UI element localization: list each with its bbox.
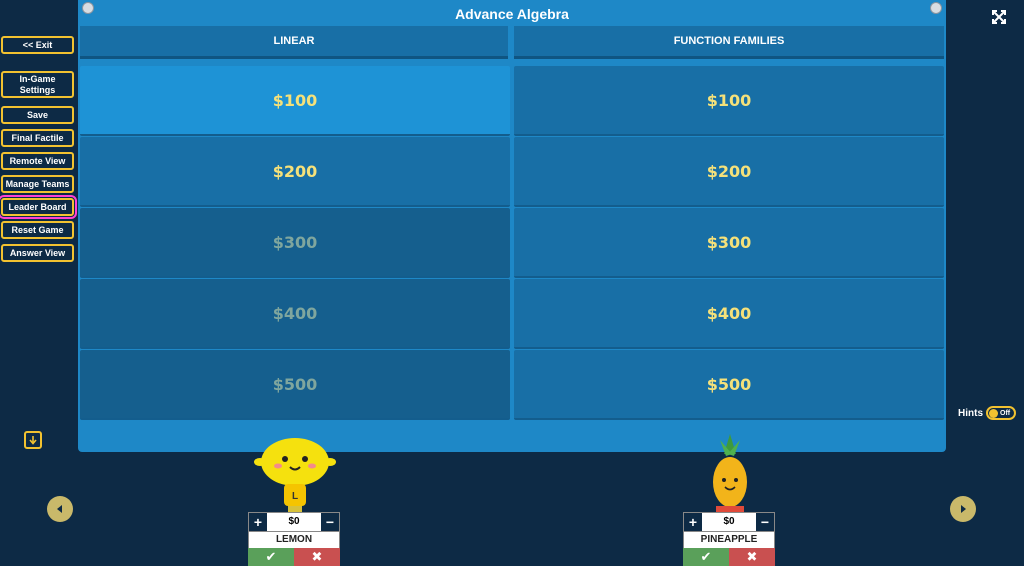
team-score: $0 [723, 516, 735, 527]
pineapple-avatar [713, 434, 747, 514]
exit-button[interactable]: << Exit [1, 36, 74, 54]
scroll-down-button[interactable] [24, 431, 42, 449]
add-points-button[interactable]: + [249, 513, 267, 531]
team-card-lemon: + $0 − LEMON ✔ ✖ [248, 512, 340, 566]
tile-functions-200[interactable]: $200 [514, 137, 944, 207]
judge-row: ✔ ✖ [683, 548, 775, 566]
team-score: $0 [288, 516, 300, 527]
tile-functions-400[interactable]: $400 [514, 279, 944, 349]
hints-toggle[interactable]: Off [986, 406, 1016, 420]
score-row: + $0 − [683, 512, 775, 532]
correct-button[interactable]: ✔ [683, 548, 729, 566]
arrow-down-icon [29, 436, 37, 445]
previous-button[interactable] [47, 496, 73, 522]
game-board: Advance Algebra LINEAR FUNCTION FAMILIES… [78, 0, 946, 452]
tile-linear-300[interactable]: $300 [80, 208, 510, 278]
incorrect-button[interactable]: ✖ [294, 548, 340, 566]
tile-functions-500[interactable]: $500 [514, 350, 944, 420]
answer-view-button[interactable]: Answer View [1, 244, 74, 262]
next-button[interactable] [950, 496, 976, 522]
correct-button[interactable]: ✔ [248, 548, 294, 566]
lemon-avatar: L [254, 438, 336, 513]
category-header-linear: LINEAR [80, 26, 508, 59]
lemon-badge-letter: L [292, 491, 298, 502]
judge-row: ✔ ✖ [248, 548, 340, 566]
fullscreen-icon[interactable] [992, 10, 1006, 24]
reset-game-button[interactable]: Reset Game [1, 221, 74, 239]
subtract-points-button[interactable]: − [756, 513, 774, 531]
hints-label: Hints [958, 407, 983, 419]
team-card-pineapple: + $0 − PINEAPPLE ✔ ✖ [683, 512, 775, 566]
subtract-points-button[interactable]: − [321, 513, 339, 531]
board-title: Advance Algebra [455, 6, 569, 22]
hints-state: Off [1000, 409, 1011, 417]
category-header-function-families: FUNCTION FAMILIES [514, 26, 944, 59]
chevron-left-icon [57, 505, 62, 513]
in-game-settings-button[interactable]: In-Game Settings [1, 71, 74, 98]
final-factile-button[interactable]: Final Factile [1, 129, 74, 147]
team-name: PINEAPPLE [683, 532, 775, 548]
toggle-knob [989, 408, 998, 418]
incorrect-button[interactable]: ✖ [729, 548, 775, 566]
hints-control: Hints Off [958, 406, 1016, 420]
save-button[interactable]: Save [1, 106, 74, 124]
chevron-right-icon [961, 505, 966, 513]
tile-linear-200[interactable]: $200 [80, 137, 510, 207]
tile-functions-100[interactable]: $100 [514, 66, 944, 136]
team-name: LEMON [248, 532, 340, 548]
add-points-button[interactable]: + [684, 513, 702, 531]
tile-functions-300[interactable]: $300 [514, 208, 944, 278]
tile-linear-100[interactable]: $100 [80, 66, 510, 136]
manage-teams-button[interactable]: Manage Teams [1, 175, 74, 193]
leader-board-button[interactable]: Leader Board [0, 195, 77, 219]
remote-view-button[interactable]: Remote View [1, 152, 74, 170]
tile-linear-500[interactable]: $500 [80, 350, 510, 420]
score-row: + $0 − [248, 512, 340, 532]
tile-linear-400[interactable]: $400 [80, 279, 510, 349]
